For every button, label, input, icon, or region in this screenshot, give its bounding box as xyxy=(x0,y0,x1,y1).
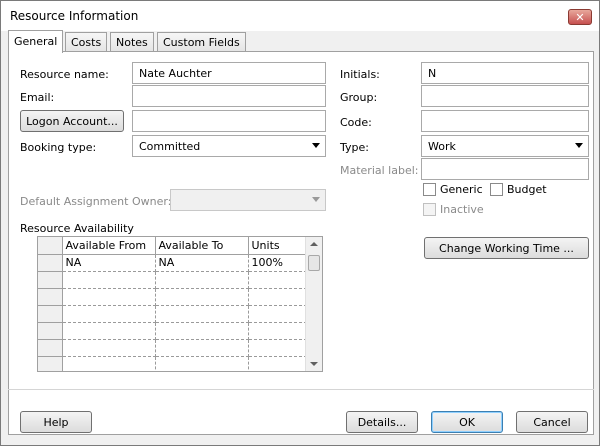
table-cell[interactable] xyxy=(62,339,156,357)
chevron-down-icon xyxy=(312,197,320,202)
tab-general[interactable]: General xyxy=(8,30,64,53)
row-header[interactable] xyxy=(38,288,63,306)
resource-availability-grid[interactable]: Available From Available To Units NA NA … xyxy=(37,236,323,372)
table-cell[interactable] xyxy=(155,305,249,323)
table-cell[interactable] xyxy=(62,356,156,371)
inactive-label: Inactive xyxy=(440,203,484,216)
tab-notes[interactable]: Notes xyxy=(110,32,154,52)
title-bar: Resource Information ✕ xyxy=(1,1,599,31)
ok-button[interactable]: OK xyxy=(431,411,503,433)
column-header-available-from[interactable]: Available From xyxy=(62,237,156,255)
group-label: Group: xyxy=(340,91,378,104)
table-cell[interactable] xyxy=(155,356,249,371)
code-label: Code: xyxy=(340,116,372,129)
help-button[interactable]: Help xyxy=(20,411,92,433)
change-working-time-button[interactable]: Change Working Time ... xyxy=(424,237,589,259)
table-row xyxy=(38,288,307,306)
row-header[interactable] xyxy=(38,339,63,357)
group-input[interactable] xyxy=(421,85,589,107)
footer-separator xyxy=(8,389,594,390)
row-header[interactable] xyxy=(38,271,63,289)
scroll-down-icon[interactable] xyxy=(310,362,318,366)
table-row xyxy=(38,305,307,323)
type-value: Work xyxy=(428,140,456,153)
dialog-title: Resource Information xyxy=(10,9,139,23)
close-icon: ✕ xyxy=(575,10,585,24)
table-cell[interactable] xyxy=(248,322,307,340)
row-header[interactable] xyxy=(38,305,63,323)
code-input[interactable] xyxy=(421,110,589,132)
table-cell[interactable]: 100% xyxy=(248,254,307,272)
material-label-input[interactable] xyxy=(421,158,589,180)
table-cell[interactable] xyxy=(155,322,249,340)
availability-scrollbar[interactable] xyxy=(305,237,322,371)
type-select[interactable]: Work xyxy=(421,135,589,157)
generic-checkbox[interactable] xyxy=(423,183,436,196)
row-header[interactable] xyxy=(38,254,63,272)
table-cell[interactable] xyxy=(248,288,307,306)
material-label-label: Material label: xyxy=(340,164,419,177)
booking-type-label: Booking type: xyxy=(20,141,97,154)
email-label: Email: xyxy=(20,91,55,104)
tab-costs[interactable]: Costs xyxy=(65,32,108,52)
logon-account-button[interactable]: Logon Account... xyxy=(20,110,124,132)
budget-label: Budget xyxy=(507,183,547,196)
table-row: NA NA 100% xyxy=(38,254,307,272)
table-cell[interactable] xyxy=(155,339,249,357)
initials-input[interactable]: N xyxy=(421,62,589,84)
table-row xyxy=(38,322,307,340)
table-cell[interactable] xyxy=(62,305,156,323)
type-label: Type: xyxy=(340,141,369,154)
row-header[interactable] xyxy=(38,322,63,340)
table-cell[interactable] xyxy=(248,305,307,323)
table-cell[interactable]: NA xyxy=(62,254,156,272)
column-header-available-to[interactable]: Available To xyxy=(155,237,249,255)
availability-table: Available From Available To Units NA NA … xyxy=(38,237,307,371)
table-cell[interactable] xyxy=(62,271,156,289)
table-row xyxy=(38,271,307,289)
scroll-up-icon[interactable] xyxy=(310,242,318,246)
resource-availability-label: Resource Availability xyxy=(20,222,134,235)
table-row xyxy=(38,356,307,371)
booking-type-select[interactable]: Committed xyxy=(132,135,326,157)
table-cell[interactable]: NA xyxy=(155,254,249,272)
table-cell[interactable] xyxy=(248,356,307,371)
table-cell[interactable] xyxy=(248,339,307,357)
table-row xyxy=(38,339,307,357)
budget-checkbox[interactable] xyxy=(490,183,503,196)
scroll-thumb[interactable] xyxy=(308,255,320,271)
generic-label: Generic xyxy=(440,183,483,196)
default-assignment-owner-select[interactable] xyxy=(170,189,326,211)
table-cell[interactable] xyxy=(62,322,156,340)
chevron-down-icon xyxy=(312,143,320,148)
table-cell[interactable] xyxy=(155,271,249,289)
table-cell[interactable] xyxy=(62,288,156,306)
column-header-units[interactable]: Units xyxy=(248,237,307,255)
chevron-down-icon xyxy=(575,143,583,148)
logon-account-input[interactable] xyxy=(132,110,326,132)
row-header-corner xyxy=(38,237,63,255)
close-button[interactable]: ✕ xyxy=(568,9,592,25)
default-assignment-owner-label: Default Assignment Owner: xyxy=(20,195,172,208)
row-header[interactable] xyxy=(38,356,63,371)
tab-custom-fields[interactable]: Custom Fields xyxy=(157,32,246,52)
details-button[interactable]: Details... xyxy=(346,411,418,433)
table-cell[interactable] xyxy=(155,288,249,306)
availability-header-row: Available From Available To Units xyxy=(38,237,307,255)
initials-label: Initials: xyxy=(340,68,380,81)
cancel-button[interactable]: Cancel xyxy=(516,411,588,433)
resource-information-dialog: Resource Information ✕ General Costs Not… xyxy=(0,0,600,446)
booking-type-value: Committed xyxy=(139,140,201,153)
email-input[interactable] xyxy=(132,85,326,107)
inactive-checkbox[interactable] xyxy=(423,203,436,216)
resource-name-input[interactable]: Nate Auchter xyxy=(132,62,326,84)
table-cell[interactable] xyxy=(248,271,307,289)
resource-name-label: Resource name: xyxy=(20,68,109,81)
